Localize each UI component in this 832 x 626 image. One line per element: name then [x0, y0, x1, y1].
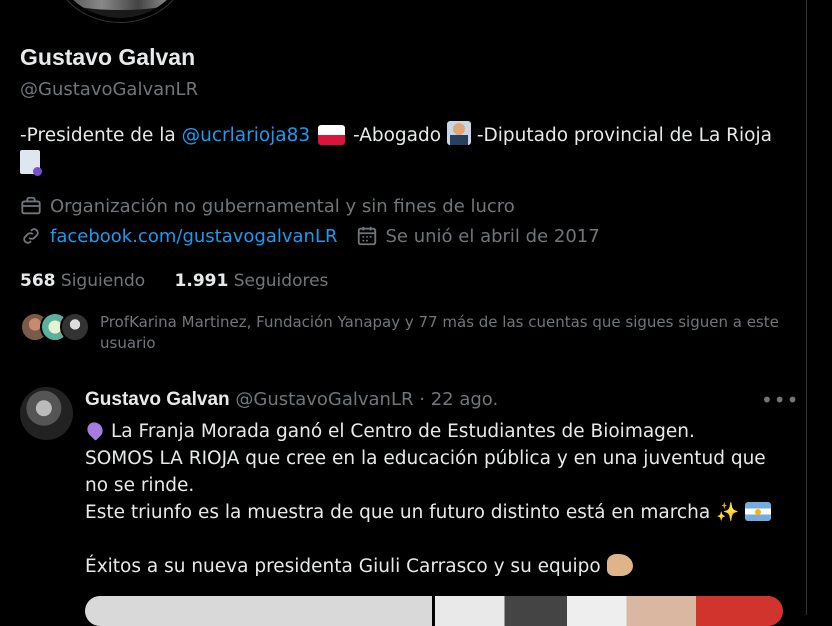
tweet-media[interactable] [85, 596, 783, 626]
tweet-text: La Franja Morada ganó el Centro de Estud… [84, 418, 785, 580]
following-count: 568 [20, 271, 56, 291]
profile-name: Gustavo Galvan [20, 44, 196, 70]
profile-avatar[interactable] [52, 0, 188, 22]
followed-by-text[interactable]: ProfKarina Martinez, Fundación Yanapay y… [100, 312, 800, 354]
column-divider [806, 0, 807, 615]
bio-mention-link[interactable]: @ucrlarioja83 [182, 125, 311, 146]
tweet-separator: · [419, 389, 425, 410]
flag-argentina-icon [744, 502, 771, 521]
profile-category: Organización no gubernamental y sin fine… [20, 195, 515, 217]
link-icon [23, 228, 39, 244]
tweet-line-1: La Franja Morada ganó el Centro de Estud… [111, 421, 695, 442]
profile-column: Gustavo Galvan @GustavoGalvanLR -Preside… [0, 0, 806, 626]
tweet-author-name[interactable]: Gustavo Galvan [85, 389, 230, 410]
follow-counts: 568 Siguiendo 1.991 Seguidores [20, 271, 328, 291]
tweet-header: Gustavo Galvan @GustavoGalvanLR · 22 ago… [85, 389, 498, 411]
flexed-biceps-icon [606, 554, 633, 576]
tweet-line-2: SOMOS LA RIOJA que cree en la educación … [85, 448, 766, 496]
category-text: Organización no gubernamental y sin fine… [50, 195, 515, 217]
followers-label: Seguidores [233, 271, 329, 291]
tweet-line-4: Éxitos a su nueva presidenta Giuli Carra… [85, 556, 607, 577]
calendar-icon [357, 226, 376, 246]
avatar [60, 312, 90, 342]
following-label: Siguiendo [60, 271, 146, 291]
bio-text-2: -Abogado [347, 125, 447, 146]
lawyer-icon [446, 121, 471, 145]
joined-date: Se unió el abril de 2017 [385, 225, 600, 247]
profile-meta-row: facebook.com/gustavogalvanLR Se unió el … [20, 225, 600, 247]
purple-heart-icon [84, 419, 106, 441]
followed-by-avatars[interactable] [20, 312, 90, 342]
bio-text-3: -Diputado provincial de La Rioja [470, 125, 772, 146]
tweet-author-handle[interactable]: @GustavoGalvanLR [235, 389, 413, 410]
tweet-avatar[interactable] [20, 387, 73, 440]
media-image-2[interactable] [435, 596, 783, 626]
tweet-date[interactable]: 22 ago. [431, 389, 499, 410]
profile-handle: @GustavoGalvanLR [20, 79, 199, 100]
bio-text-1: -Presidente de la [20, 125, 182, 146]
media-image-1[interactable] [85, 596, 432, 626]
briefcase-icon [21, 196, 41, 215]
website-link[interactable]: facebook.com/gustavogalvanLR [50, 226, 338, 247]
more-options-icon[interactable]: ••• [761, 388, 799, 412]
followers-count: 1.991 [174, 271, 229, 291]
profile-bio: -Presidente de la @ucrlarioja83 -Abogado… [20, 121, 790, 179]
followers-link[interactable]: 1.991 Seguidores [175, 271, 329, 291]
following-link[interactable]: 568 Siguiendo [20, 271, 145, 291]
document-icon [20, 150, 42, 176]
flag-poland-icon [318, 125, 346, 145]
tweet-line-3: Este triunfo es la muestra de que un fut… [85, 502, 717, 523]
sparkles-icon: ✨ [716, 502, 740, 523]
